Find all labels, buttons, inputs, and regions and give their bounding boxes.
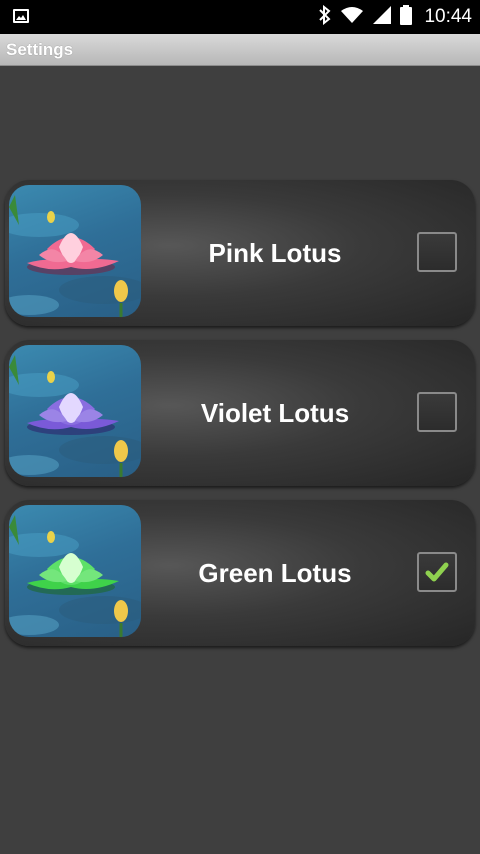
violet-lotus-checkbox[interactable] — [417, 392, 457, 432]
list-item-green-lotus[interactable]: Green Lotus — [5, 500, 475, 646]
item-label: Violet Lotus — [200, 398, 350, 428]
item-label: Pink Lotus — [208, 238, 342, 268]
image-notification-icon — [13, 9, 29, 23]
title-bar: Settings — [0, 34, 480, 66]
green-lotus-checkbox[interactable] — [417, 552, 457, 592]
battery-icon — [400, 4, 413, 30]
item-label: Green Lotus — [198, 558, 352, 588]
pink-lotus-thumbnail — [9, 185, 141, 317]
status-icons: 10:44 — [318, 0, 472, 34]
signal-icon — [372, 5, 392, 30]
bluetooth-icon — [318, 4, 332, 30]
wifi-icon — [340, 6, 364, 29]
green-lotus-thumbnail — [9, 505, 141, 637]
status-bar: 10:44 — [0, 0, 480, 34]
violet-lotus-thumbnail — [9, 345, 141, 477]
status-time: 10:44 — [424, 6, 472, 27]
list-item-violet-lotus[interactable]: Violet Lotus — [5, 340, 475, 486]
pink-lotus-checkbox[interactable] — [417, 232, 457, 272]
list-item-pink-lotus[interactable]: Pink Lotus — [5, 180, 475, 326]
check-icon — [425, 562, 449, 582]
page-title: Settings — [6, 40, 74, 59]
